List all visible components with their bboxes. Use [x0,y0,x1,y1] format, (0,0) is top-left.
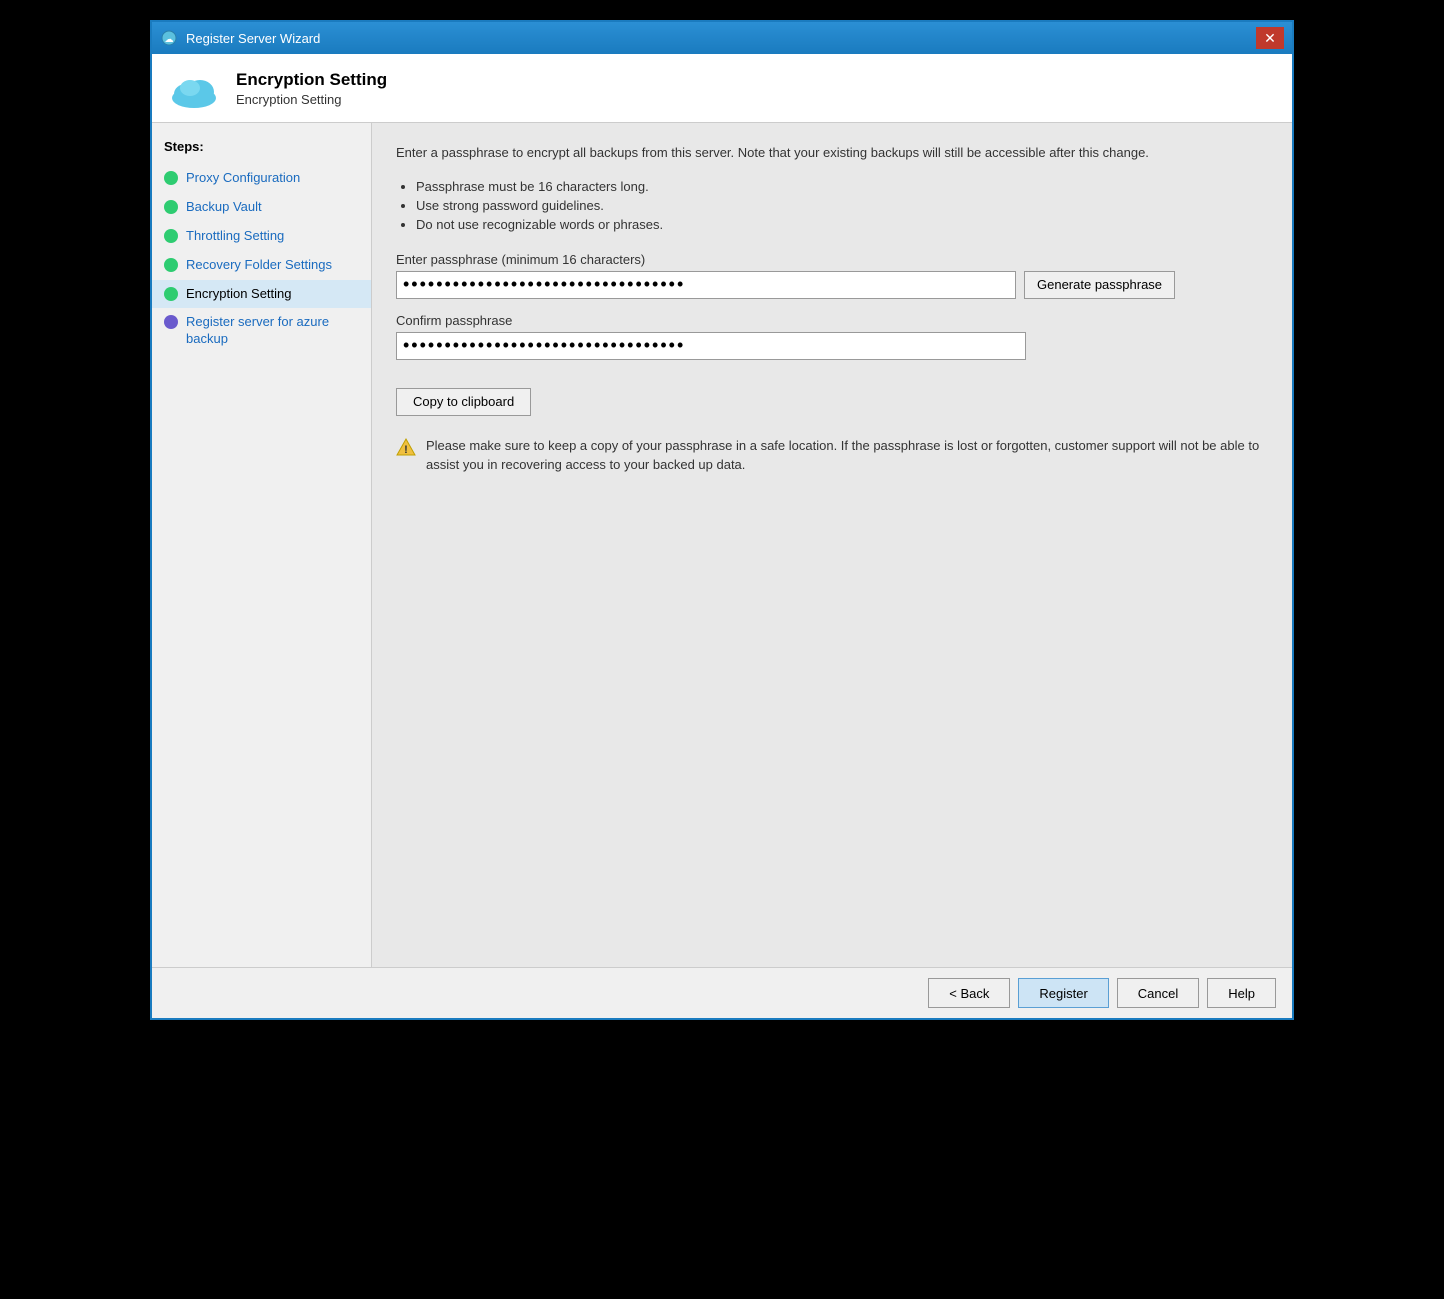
sidebar-item-backup-vault[interactable]: Backup Vault [152,193,371,222]
app-icon: ☁ [160,29,178,47]
sidebar-item-label: Backup Vault [186,199,262,216]
sidebar-item-register-server[interactable]: Register server for azure backup [152,308,371,354]
dot-icon [164,315,178,329]
sidebar-item-label: Register server for azure backup [186,314,359,348]
content-area: Enter a passphrase to encrypt all backup… [372,123,1292,967]
bullet-item-1: Passphrase must be 16 characters long. [416,179,1268,194]
passphrase-label: Enter passphrase (minimum 16 characters) [396,252,1268,267]
copy-to-clipboard-button[interactable]: Copy to clipboard [396,388,531,416]
passphrase-row: Generate passphrase [396,271,1268,299]
sidebar-item-label: Proxy Configuration [186,170,300,187]
dot-icon [164,171,178,185]
register-button[interactable]: Register [1018,978,1108,1008]
sidebar-item-label: Encryption Setting [186,286,292,303]
title-bar-text: Register Server Wizard [186,31,320,46]
steps-label: Steps: [152,135,371,164]
dot-icon [164,287,178,301]
header-subtitle: Encryption Setting [236,92,387,107]
passphrase-input[interactable] [396,271,1016,299]
confirm-label: Confirm passphrase [396,313,1268,328]
bullet-item-2: Use strong password guidelines. [416,198,1268,213]
bullet-list: Passphrase must be 16 characters long. U… [396,179,1268,232]
generate-passphrase-button[interactable]: Generate passphrase [1024,271,1175,299]
sidebar-item-throttling-setting[interactable]: Throttling Setting [152,222,371,251]
svg-text:☁: ☁ [165,34,174,44]
dot-icon [164,258,178,272]
bullet-item-3: Do not use recognizable words or phrases… [416,217,1268,232]
warning-text: Please make sure to keep a copy of your … [426,436,1268,475]
dot-icon [164,200,178,214]
header-text: Encryption Setting Encryption Setting [236,70,387,107]
title-bar: ☁ Register Server Wizard ✕ [152,22,1292,54]
wizard-footer: < Back Register Cancel Help [152,967,1292,1018]
title-bar-left: ☁ Register Server Wizard [160,29,320,47]
wizard-header: Encryption Setting Encryption Setting [152,54,1292,123]
sidebar-item-label: Recovery Folder Settings [186,257,332,274]
close-button[interactable]: ✕ [1256,27,1284,49]
cancel-button[interactable]: Cancel [1117,978,1199,1008]
sidebar: Steps: Proxy Configuration Backup Vault … [152,123,372,967]
help-button[interactable]: Help [1207,978,1276,1008]
svg-text:!: ! [404,444,408,456]
warning-box: ! Please make sure to keep a copy of you… [396,436,1268,475]
sidebar-item-label: Throttling Setting [186,228,284,245]
content-description: Enter a passphrase to encrypt all backup… [396,143,1268,163]
header-title: Encryption Setting [236,70,387,90]
confirm-field-group: Confirm passphrase [396,313,1268,360]
dot-icon [164,229,178,243]
sidebar-item-recovery-folder-settings[interactable]: Recovery Folder Settings [152,251,371,280]
main-content: Steps: Proxy Configuration Backup Vault … [152,123,1292,967]
cloud-icon [168,68,220,108]
main-window: ☁ Register Server Wizard ✕ Encryption Se… [150,20,1294,1020]
passphrase-field-group: Enter passphrase (minimum 16 characters)… [396,252,1268,299]
sidebar-item-proxy-configuration[interactable]: Proxy Configuration [152,164,371,193]
back-button[interactable]: < Back [928,978,1010,1008]
warning-icon: ! [396,437,416,457]
sidebar-item-encryption-setting[interactable]: Encryption Setting [152,280,371,309]
confirm-passphrase-input[interactable] [396,332,1026,360]
